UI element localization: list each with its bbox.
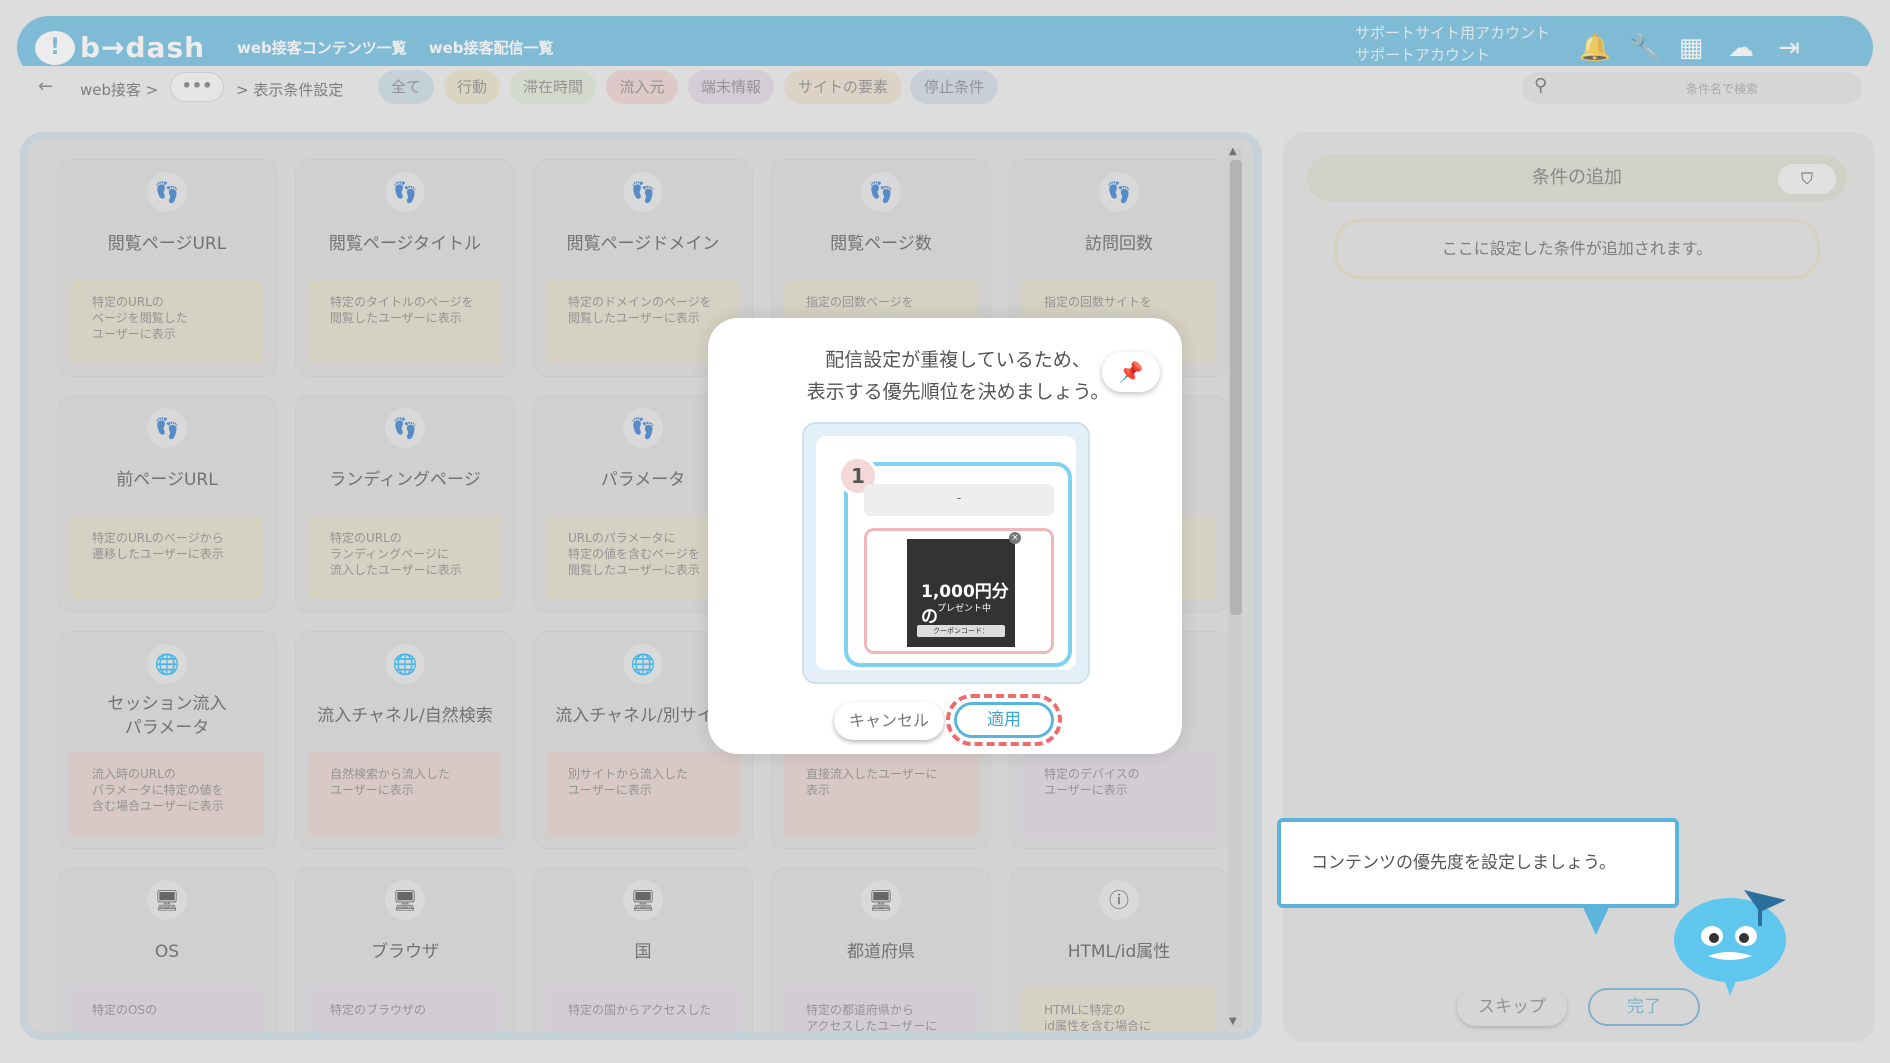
ad-sub-text: プレゼント中 bbox=[937, 604, 992, 614]
priority-modal: 配信設定が重複しているため、 表示する優先順位を決めましょう。 📌 1 - 1,… bbox=[708, 318, 1182, 754]
priority-list: 1 - 1,000円分の プレゼント中 クーポンコード： × bbox=[802, 422, 1090, 684]
priority-item[interactable]: 1 - 1,000円分の プレゼント中 クーポンコード： × bbox=[838, 456, 1072, 667]
cancel-button[interactable]: キャンセル bbox=[834, 702, 944, 740]
content-name: - bbox=[864, 484, 1054, 516]
content-preview: 1,000円分の プレゼント中 クーポンコード： × bbox=[864, 528, 1054, 654]
pin-icon[interactable]: 📌 bbox=[1102, 352, 1160, 392]
ad-coupon-text: クーポンコード： bbox=[917, 625, 1005, 637]
close-icon: × bbox=[1009, 532, 1021, 544]
modal-title-line2: 表示する優先順位を決めましょう。 bbox=[806, 381, 1110, 403]
apply-button[interactable]: 適用 bbox=[954, 702, 1054, 738]
modal-title: 配信設定が重複しているため、 表示する優先順位を決めましょう。 bbox=[768, 344, 1148, 408]
apply-button-highlight: 適用 bbox=[946, 694, 1062, 746]
modal-title-line1: 配信設定が重複しているため、 bbox=[825, 349, 1091, 371]
priority-list-inner: 1 - 1,000円分の プレゼント中 クーポンコード： × bbox=[816, 436, 1076, 670]
guide-tooltip: コンテンツの優先度を設定しましょう。 bbox=[1277, 818, 1679, 908]
mascot-character bbox=[1674, 890, 1786, 996]
ad-banner-image: 1,000円分の プレゼント中 クーポンコード： bbox=[907, 539, 1015, 647]
guide-tooltip-tail bbox=[1582, 905, 1610, 935]
